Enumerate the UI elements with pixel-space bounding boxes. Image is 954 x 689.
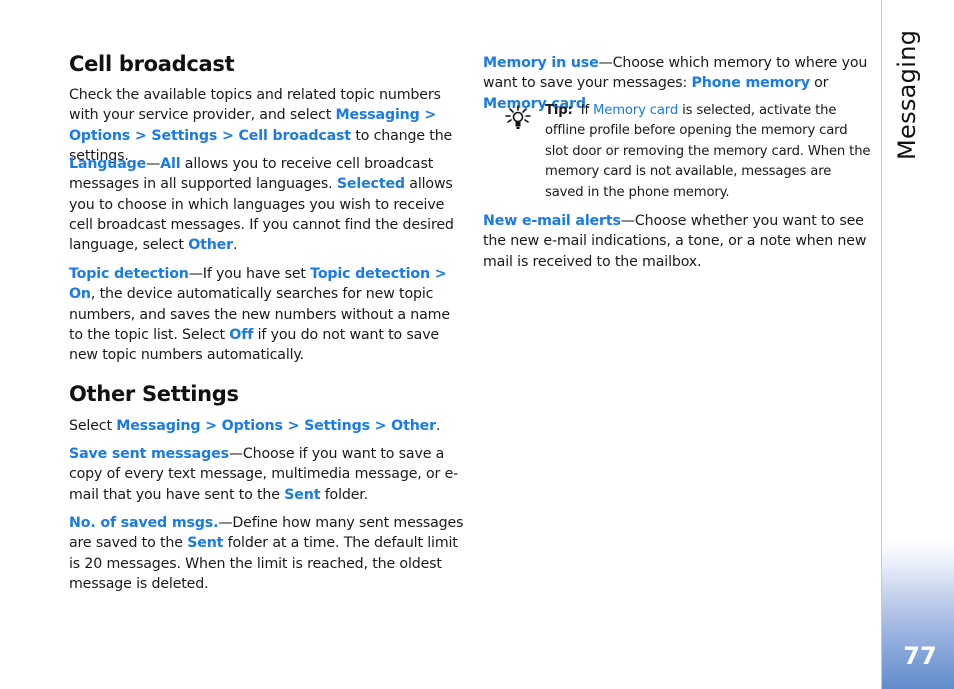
option-other: Other (188, 237, 233, 254)
text: If (572, 103, 593, 118)
tip-label: Tip: (545, 103, 573, 118)
folder-sent: Sent (284, 486, 321, 503)
other-settings-heading: Other Settings (69, 382, 239, 406)
option-memory-card: Memory card (593, 103, 679, 118)
option-off: Off (229, 326, 254, 343)
tip-text: Tip: If Memory card is selected, activat… (545, 101, 871, 203)
menu-path: Messaging > Options > Settings > Other (116, 418, 436, 434)
text: . (233, 237, 238, 254)
saved-msgs-paragraph: No. of saved msgs.—Define how many sent … (69, 513, 464, 594)
option-memory-in-use: Memory in use (483, 55, 599, 71)
folder-sent: Sent (187, 535, 224, 552)
option-phone-memory: Phone memory (691, 75, 810, 92)
topic-detection-paragraph: Topic detection—If you have set Topic de… (69, 264, 464, 365)
tip-box: Tip: If Memory card is selected, activat… (545, 101, 871, 203)
language-paragraph: Language—All allows you to receive cell … (69, 154, 464, 255)
option-topic-detection: Topic detection (69, 266, 189, 282)
text: folder. (320, 486, 369, 503)
text: . (436, 418, 441, 434)
text: —If you have set (188, 266, 311, 282)
option-new-email-alerts: New e-mail alerts (483, 213, 621, 229)
option-selected: Selected (336, 176, 405, 193)
text: or (809, 75, 829, 92)
text: Select (69, 418, 117, 434)
email-alerts-paragraph: New e-mail alerts—Choose whether you wan… (483, 211, 873, 272)
option-language: Language (69, 156, 147, 172)
lightbulb-icon (505, 105, 531, 129)
option-save-sent-messages: Save sent messages (69, 446, 229, 462)
other-settings-intro: Select Messaging > Options > Settings > … (69, 416, 464, 436)
cell-broadcast-heading: Cell broadcast (69, 52, 235, 76)
option-no-of-saved-msgs: No. of saved msgs. (69, 515, 219, 531)
section-label: Messaging (893, 29, 921, 160)
page-number: 77 (903, 642, 937, 670)
save-sent-paragraph: Save sent messages—Choose if you want to… (69, 444, 464, 505)
option-all: All (160, 156, 181, 172)
text: — (146, 156, 161, 172)
